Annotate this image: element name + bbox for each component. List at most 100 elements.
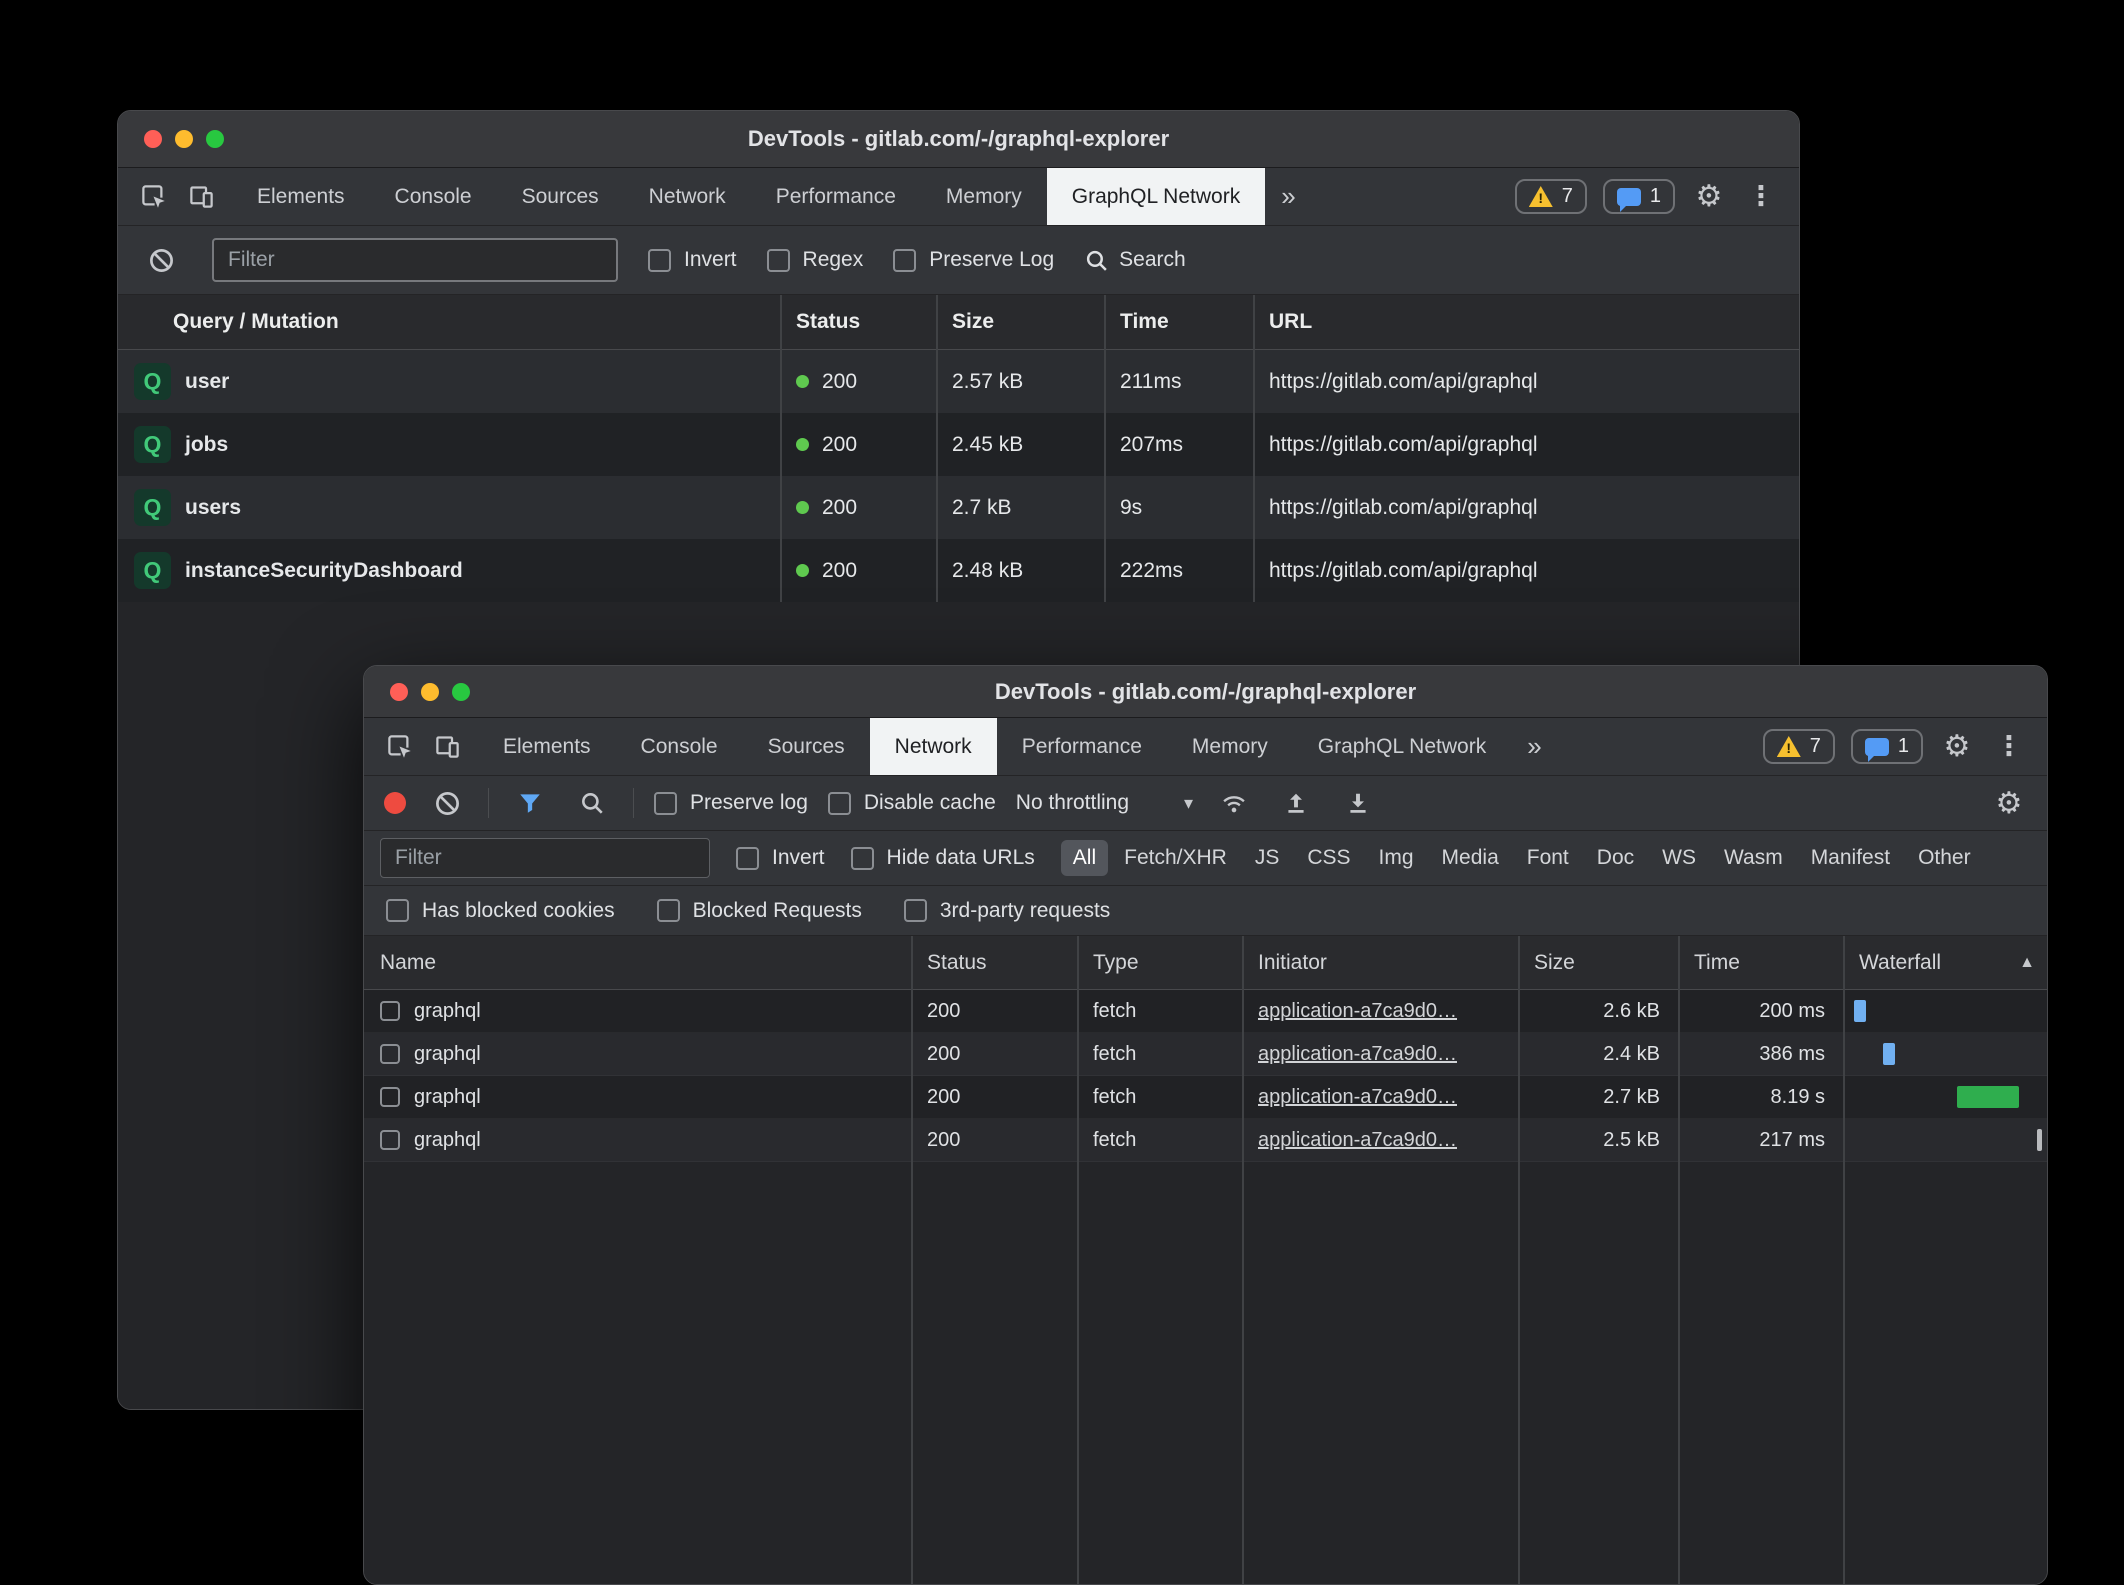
- column-header-status[interactable]: Status: [780, 295, 936, 349]
- tab-elements[interactable]: Elements: [478, 718, 616, 775]
- filter-pill-doc[interactable]: Doc: [1585, 840, 1646, 876]
- initiator-link[interactable]: application-a7ca9d0…: [1258, 1129, 1457, 1152]
- filter-pill-media[interactable]: Media: [1430, 840, 1511, 876]
- column-header-size[interactable]: Size: [1518, 936, 1678, 989]
- query-row[interactable]: Q users 200 2.7 kB 9s https://gitlab.com…: [118, 476, 1799, 539]
- blocked-cookies-checkbox[interactable]: [386, 899, 409, 922]
- third-party-option[interactable]: 3rd-party requests: [904, 899, 1110, 923]
- close-button[interactable]: [144, 130, 162, 148]
- request-row[interactable]: graphql 200 fetch application-a7ca9d0… 2…: [364, 990, 2047, 1033]
- messages-badge[interactable]: 1: [1603, 179, 1675, 214]
- filter-pill-wasm[interactable]: Wasm: [1712, 840, 1795, 876]
- regex-option[interactable]: Regex: [767, 248, 864, 272]
- column-header-waterfall[interactable]: Waterfall ▲: [1843, 936, 2047, 989]
- settings-button[interactable]: ⚙: [1691, 176, 1727, 218]
- filter-pill-img[interactable]: Img: [1367, 840, 1426, 876]
- messages-badge[interactable]: 1: [1851, 729, 1923, 764]
- tab-elements[interactable]: Elements: [232, 168, 370, 225]
- tab-memory[interactable]: Memory: [921, 168, 1047, 225]
- row-select-checkbox[interactable]: [380, 1001, 400, 1021]
- column-header-size[interactable]: Size: [936, 295, 1104, 349]
- warnings-badge[interactable]: ! 7: [1515, 179, 1587, 214]
- column-header-initiator[interactable]: Initiator: [1242, 936, 1518, 989]
- search-button[interactable]: [571, 782, 613, 824]
- filter-pill-ws[interactable]: WS: [1650, 840, 1708, 876]
- row-select-checkbox[interactable]: [380, 1044, 400, 1064]
- filter-toggle-button[interactable]: [509, 782, 551, 824]
- more-tabs-button[interactable]: »: [1511, 718, 1557, 775]
- disable-cache-option[interactable]: Disable cache: [828, 791, 996, 815]
- blocked-requests-option[interactable]: Blocked Requests: [657, 899, 862, 923]
- initiator-link[interactable]: application-a7ca9d0…: [1258, 1043, 1457, 1066]
- invert-checkbox[interactable]: [648, 249, 671, 272]
- row-select-checkbox[interactable]: [380, 1130, 400, 1150]
- query-row[interactable]: Q instanceSecurityDashboard 200 2.48 kB …: [118, 539, 1799, 602]
- minimize-button[interactable]: [421, 683, 439, 701]
- request-row[interactable]: graphql 200 fetch application-a7ca9d0… 2…: [364, 1033, 2047, 1076]
- filter-pill-js[interactable]: JS: [1243, 840, 1292, 876]
- search-button[interactable]: Search: [1084, 248, 1186, 273]
- titlebar[interactable]: DevTools - gitlab.com/-/graphql-explorer: [364, 666, 2047, 718]
- hide-data-urls-checkbox[interactable]: [851, 847, 874, 870]
- more-tabs-button[interactable]: »: [1265, 168, 1311, 225]
- record-button[interactable]: [384, 792, 406, 814]
- column-header-url[interactable]: URL: [1253, 295, 1799, 349]
- settings-button[interactable]: ⚙: [1939, 726, 1975, 768]
- column-header-time[interactable]: Time: [1104, 295, 1253, 349]
- query-row[interactable]: Q user 200 2.57 kB 211ms https://gitlab.…: [118, 350, 1799, 413]
- warnings-badge[interactable]: ! 7: [1763, 729, 1835, 764]
- invert-option[interactable]: Invert: [736, 846, 825, 870]
- tab-performance[interactable]: Performance: [751, 168, 921, 225]
- tab-network[interactable]: Network: [870, 718, 997, 775]
- device-toolbar-button[interactable]: [180, 176, 222, 218]
- tab-console[interactable]: Console: [616, 718, 743, 775]
- hide-data-urls-option[interactable]: Hide data URLs: [851, 846, 1035, 870]
- regex-checkbox[interactable]: [767, 249, 790, 272]
- import-har-button[interactable]: [1275, 782, 1317, 824]
- filter-input[interactable]: [212, 238, 618, 282]
- row-select-checkbox[interactable]: [380, 1087, 400, 1107]
- query-row[interactable]: Q jobs 200 2.45 kB 207ms https://gitlab.…: [118, 413, 1799, 476]
- filter-input[interactable]: [380, 838, 710, 878]
- inspect-element-button[interactable]: [378, 726, 420, 768]
- column-header-name[interactable]: Name: [364, 936, 911, 989]
- initiator-link[interactable]: application-a7ca9d0…: [1258, 1000, 1457, 1023]
- zoom-button[interactable]: [206, 130, 224, 148]
- export-har-button[interactable]: [1337, 782, 1379, 824]
- menu-button[interactable]: ⋮: [1991, 726, 2027, 768]
- invert-checkbox[interactable]: [736, 847, 759, 870]
- filter-pill-font[interactable]: Font: [1515, 840, 1581, 876]
- filter-pill-fetch-xhr[interactable]: Fetch/XHR: [1112, 840, 1239, 876]
- titlebar[interactable]: DevTools - gitlab.com/-/graphql-explorer: [118, 111, 1799, 168]
- tab-network[interactable]: Network: [624, 168, 751, 225]
- column-header-type[interactable]: Type: [1077, 936, 1242, 989]
- tab-console[interactable]: Console: [370, 168, 497, 225]
- initiator-link[interactable]: application-a7ca9d0…: [1258, 1086, 1457, 1109]
- network-settings-button[interactable]: ⚙: [1991, 782, 2027, 824]
- disable-cache-checkbox[interactable]: [828, 792, 851, 815]
- network-conditions-button[interactable]: [1213, 782, 1255, 824]
- filter-pill-all[interactable]: All: [1061, 840, 1108, 876]
- filter-pill-manifest[interactable]: Manifest: [1799, 840, 1902, 876]
- preserve-log-option[interactable]: Preserve log: [654, 791, 808, 815]
- preserve-log-checkbox[interactable]: [654, 792, 677, 815]
- tab-sources[interactable]: Sources: [743, 718, 870, 775]
- blocked-requests-checkbox[interactable]: [657, 899, 680, 922]
- column-header-query-mutation[interactable]: Query / Mutation: [118, 295, 780, 349]
- third-party-checkbox[interactable]: [904, 899, 927, 922]
- clear-button[interactable]: [140, 239, 182, 281]
- preserve-log-checkbox[interactable]: [893, 249, 916, 272]
- column-header-time[interactable]: Time: [1678, 936, 1843, 989]
- zoom-button[interactable]: [452, 683, 470, 701]
- tab-performance[interactable]: Performance: [997, 718, 1167, 775]
- inspect-element-button[interactable]: [132, 176, 174, 218]
- invert-option[interactable]: Invert: [648, 248, 737, 272]
- request-row[interactable]: graphql 200 fetch application-a7ca9d0… 2…: [364, 1076, 2047, 1119]
- clear-button[interactable]: [426, 782, 468, 824]
- close-button[interactable]: [390, 683, 408, 701]
- throttling-select[interactable]: No throttling ▾: [1016, 791, 1193, 815]
- tab-graphql-network[interactable]: GraphQL Network: [1293, 718, 1511, 775]
- filter-pill-other[interactable]: Other: [1906, 840, 1983, 876]
- filter-pill-css[interactable]: CSS: [1295, 840, 1362, 876]
- tab-memory[interactable]: Memory: [1167, 718, 1293, 775]
